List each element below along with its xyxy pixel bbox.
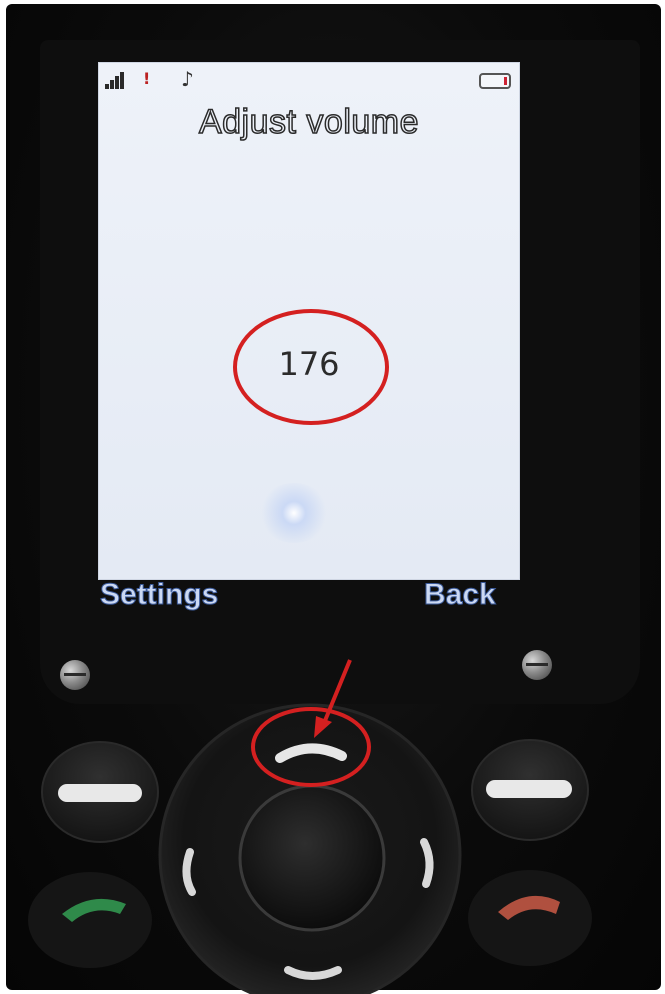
phone-screen: ! ♪ Adjust volume 176 — [98, 62, 520, 580]
screw-right — [522, 650, 552, 680]
status-bar: ! ♪ — [99, 63, 519, 95]
music-note-icon: ♪ — [181, 67, 194, 91]
page-title: Adjust volume — [198, 102, 420, 142]
screen-glare — [259, 483, 329, 543]
battery-icon — [479, 73, 511, 89]
back-softkey[interactable]: Back — [424, 578, 497, 612]
signal-strength-icon — [105, 71, 127, 89]
volume-value: 176 — [278, 345, 340, 383]
exclamation-icon: ! — [143, 69, 151, 88]
settings-softkey[interactable]: Settings — [99, 578, 218, 612]
screw-left — [60, 660, 90, 690]
